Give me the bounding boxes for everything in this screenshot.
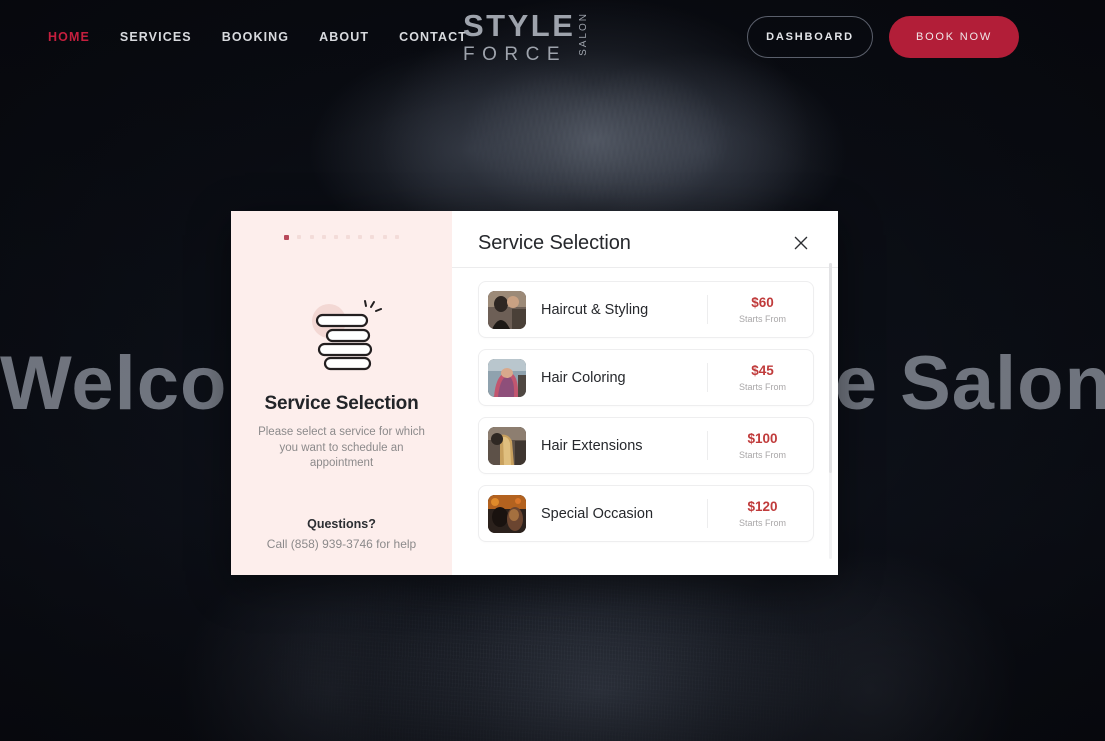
service-card-haircut-styling[interactable]: Haircut & Styling $60 Starts From: [478, 281, 814, 338]
page-root: Welcome to Style Force Salon HOME SERVIC…: [0, 0, 1105, 741]
service-name: Special Occasion: [541, 505, 654, 522]
haircut-styling-thumb: [488, 290, 526, 329]
service-price: $45: [751, 363, 774, 379]
nav-item-booking[interactable]: BOOKING: [222, 30, 289, 44]
step-dot-9: [382, 235, 387, 239]
service-price: $60: [751, 295, 774, 311]
step-dot-6: [346, 235, 351, 239]
service-price-block: $100 Starts From: [707, 431, 803, 460]
modal-main-panel: Service Selection Haircut & Styling $60 …: [452, 211, 838, 575]
modal-scrollbar-thumb[interactable]: [829, 263, 832, 473]
help-phone-text[interactable]: Call (858) 939-3746 for help: [231, 537, 452, 551]
step-dot-8: [370, 235, 375, 239]
modal-header: Service Selection: [452, 219, 838, 267]
nav-item-services[interactable]: SERVICES: [120, 30, 192, 44]
logo-line-force: FORCE: [463, 44, 567, 65]
service-name: Hair Extensions: [541, 437, 643, 454]
book-now-button[interactable]: BOOK NOW: [889, 16, 1019, 58]
service-card-hair-extensions[interactable]: Hair Extensions $100 Starts From: [478, 417, 814, 474]
service-price-block: $60 Starts From: [707, 295, 803, 324]
header-divider: [452, 267, 838, 268]
nav-item-contact[interactable]: CONTACT: [399, 30, 467, 44]
step-dot-3: [309, 235, 314, 239]
step-dot-2: [297, 235, 302, 239]
service-name: Hair Coloring: [541, 369, 626, 386]
step-dot-4: [321, 235, 326, 239]
modal-title: Service Selection: [478, 231, 631, 254]
step-dot-7: [358, 235, 363, 239]
step-dot-5: [333, 235, 338, 239]
service-name: Haircut & Styling: [541, 301, 649, 318]
step-dot-1: [284, 234, 290, 240]
step-progress-dots: [284, 232, 399, 242]
service-stack-icon: [302, 297, 382, 377]
service-price-caption: Starts From: [738, 449, 786, 460]
service-price-caption: Starts From: [738, 517, 786, 528]
top-navbar: HOME SERVICES BOOKING ABOUT CONTACT STYL…: [0, 0, 1105, 74]
modal-aside-panel: Service Selection Please select a servic…: [231, 211, 452, 575]
step-dot-10: [394, 235, 399, 239]
service-price-block: $120 Starts From: [707, 499, 803, 528]
service-price-caption: Starts From: [738, 313, 786, 324]
aside-description: Please select a service for which you wa…: [258, 426, 425, 469]
nav-item-home[interactable]: HOME: [48, 30, 90, 44]
aside-help-footer: Questions? Call (858) 939-3746 for help: [231, 517, 452, 551]
hair-coloring-thumb: [488, 358, 526, 397]
logo-wordmark: STYLE FORCE: [463, 10, 575, 64]
special-occasion-thumb: [488, 494, 526, 533]
nav-links: HOME SERVICES BOOKING ABOUT CONTACT: [48, 30, 467, 44]
nav-actions: DASHBOARD BOOK NOW: [747, 16, 1019, 58]
service-card-special-occasion[interactable]: Special Occasion $120 Starts From: [478, 485, 814, 542]
service-list: Haircut & Styling $60 Starts From Hair C…: [452, 267, 838, 575]
questions-label: Questions?: [307, 517, 376, 531]
close-icon[interactable]: [788, 230, 814, 256]
nav-item-about[interactable]: ABOUT: [319, 30, 369, 44]
service-card-hair-coloring[interactable]: Hair Coloring $45 Starts From: [478, 349, 814, 406]
service-price-block: $45 Starts From: [707, 363, 803, 392]
hair-extensions-thumb: [488, 426, 526, 465]
brand-logo[interactable]: STYLE FORCE SALON: [463, 10, 593, 64]
service-selection-modal: Service Selection Please select a servic…: [231, 211, 838, 575]
logo-line-style: STYLE: [463, 8, 576, 43]
service-price: $100: [747, 431, 778, 447]
dashboard-button[interactable]: DASHBOARD: [747, 16, 873, 58]
service-price-caption: Starts From: [738, 381, 786, 392]
service-price: $120: [747, 499, 778, 515]
logo-salon-vertical: SALON: [578, 12, 590, 56]
modal-scrollbar[interactable]: [829, 263, 832, 559]
aside-title: Service Selection: [264, 393, 419, 414]
